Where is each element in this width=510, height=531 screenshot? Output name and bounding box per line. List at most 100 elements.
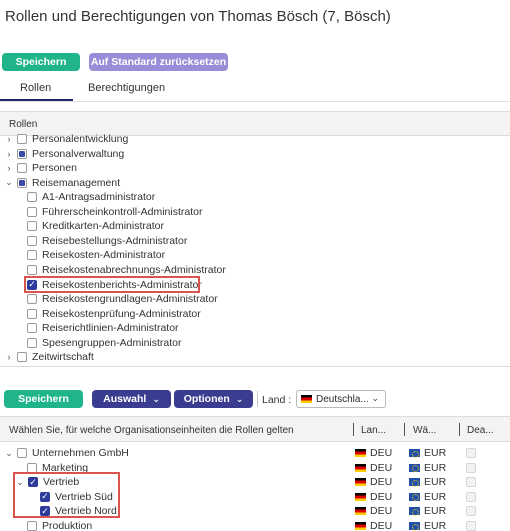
- tab-permissions[interactable]: Berechtigungen: [88, 82, 165, 94]
- role-checkbox[interactable]: [27, 323, 37, 334]
- deactivated-checkbox: [466, 491, 476, 502]
- role-tree-item[interactable]: Reisekostengrundlagen-Administrator: [27, 292, 218, 306]
- role-tree-item[interactable]: Reisekostenprüfung-Administrator: [27, 307, 201, 321]
- role-label: Kreditkarten-Administrator: [42, 220, 164, 233]
- role-checkbox[interactable]: [27, 206, 37, 217]
- org-unit-currency: EUR: [409, 490, 446, 504]
- role-label: Reisekostenprüfung-Administrator: [42, 307, 201, 320]
- country-select-value: Deutschla...: [316, 393, 369, 405]
- role-label: Personen: [32, 162, 77, 175]
- role-tree-item[interactable]: Spesengruppen-Administrator: [27, 336, 182, 350]
- country-label: Land :: [262, 394, 292, 406]
- roles-panel-title: Rollen: [9, 119, 38, 130]
- org-unit-country-code: DEU: [370, 505, 393, 518]
- role-tree-item[interactable]: Reisekosten-Administrator: [27, 248, 165, 262]
- role-checkbox[interactable]: [17, 352, 27, 363]
- org-unit-country: DEU: [355, 519, 392, 531]
- role-checkbox[interactable]: [27, 264, 37, 275]
- role-label: Führerscheinkontroll-Administrator: [42, 205, 203, 218]
- role-tree-item[interactable]: Führerscheinkontroll-Administrator: [27, 205, 202, 219]
- role-label: Reisemanagement: [32, 176, 121, 189]
- org-unit-country: DEU: [355, 475, 392, 489]
- role-label: Spesengruppen-Administrator: [42, 336, 182, 349]
- role-tree-item[interactable]: › Personalentwicklung: [4, 132, 129, 146]
- role-checkbox[interactable]: [27, 250, 37, 261]
- org-unit-deactivated: [466, 490, 481, 504]
- column-header-currency[interactable]: Wä...: [413, 425, 436, 436]
- selection-dropdown-label: Auswahl: [103, 393, 147, 405]
- role-tree-item[interactable]: Reisekostenabrechnungs-Administrator: [27, 263, 226, 277]
- chevron-down-icon[interactable]: ⌄: [4, 177, 14, 188]
- role-tree-item[interactable]: Reisebestellungs-Administrator: [27, 234, 187, 248]
- eu-flag-icon: [409, 522, 420, 531]
- chevron-right-icon[interactable]: ›: [4, 134, 14, 144]
- org-unit-checkbox[interactable]: [17, 448, 27, 458]
- column-header-deactivated[interactable]: Dea...: [467, 425, 494, 436]
- role-checkbox[interactable]: [27, 221, 37, 232]
- role-tree-item[interactable]: ⌄ Reisemanagement: [4, 176, 120, 190]
- country-select[interactable]: Deutschla... ⌄: [296, 390, 386, 408]
- org-unit-country-code: DEU: [370, 520, 393, 531]
- role-tree-item[interactable]: Kreditkarten-Administrator: [27, 219, 164, 233]
- options-dropdown-label: Optionen: [183, 393, 230, 405]
- options-dropdown[interactable]: Optionen ⌄: [174, 390, 253, 408]
- deactivated-checkbox: [466, 521, 476, 531]
- org-unit-currency-code: EUR: [424, 505, 447, 518]
- role-label: Personalverwaltung: [32, 147, 125, 160]
- org-unit-deactivated: [466, 446, 481, 460]
- org-unit-deactivated: [466, 504, 481, 518]
- toolbar-divider: [257, 391, 258, 407]
- role-tree-item[interactable]: › Zeitwirtschaft: [4, 350, 94, 364]
- role-checkbox[interactable]: [27, 337, 37, 348]
- role-label: Reisekosten-Administrator: [42, 249, 166, 262]
- role-tree-item[interactable]: A1-Antragsadministrator: [27, 190, 155, 204]
- role-checkbox[interactable]: [27, 308, 37, 319]
- role-tree-item[interactable]: › Personalverwaltung: [4, 147, 125, 161]
- role-checkbox[interactable]: [27, 294, 37, 305]
- chevron-right-icon[interactable]: ›: [4, 163, 14, 173]
- org-unit-deactivated: [466, 461, 481, 475]
- tab-bar: Rollen Berechtigungen: [0, 80, 510, 102]
- chevron-down-icon: ⌄: [235, 393, 244, 404]
- role-label: A1-Antragsadministrator: [42, 191, 156, 204]
- org-unit-deactivated: [466, 475, 481, 489]
- org-unit-country: DEU: [355, 461, 392, 475]
- grid-save-button[interactable]: Speichern: [4, 390, 83, 408]
- column-header-country[interactable]: Lan...: [361, 425, 386, 436]
- org-unit-checkbox[interactable]: [27, 521, 37, 531]
- chevron-right-icon[interactable]: ›: [4, 352, 14, 362]
- chevron-right-icon[interactable]: ›: [4, 149, 14, 159]
- org-unit-row[interactable]: Produktion: [27, 519, 92, 531]
- active-tab-indicator: [0, 99, 73, 101]
- selection-dropdown[interactable]: Auswahl ⌄: [92, 390, 171, 408]
- column-divider: [459, 423, 460, 436]
- org-unit-currency: EUR: [409, 461, 446, 475]
- org-unit-currency: EUR: [409, 475, 446, 489]
- eu-flag-icon: [409, 492, 420, 502]
- role-label: Reisekostenabrechnungs-Administrator: [42, 263, 226, 276]
- column-header-org-unit[interactable]: Wählen Sie, für welche Organisationseinh…: [9, 425, 294, 436]
- org-unit-row[interactable]: ⌄ Unternehmen GmbH: [4, 446, 129, 460]
- tab-roles[interactable]: Rollen: [20, 82, 51, 94]
- org-unit-country: DEU: [355, 504, 392, 518]
- org-unit-currency-code: EUR: [424, 461, 447, 474]
- org-unit-name: Produktion: [42, 520, 93, 531]
- role-checkbox[interactable]: [17, 163, 27, 174]
- roles-panel: Rollen › Personalentwicklung › Personalverw…: [0, 111, 510, 367]
- role-checkbox[interactable]: [17, 134, 27, 144]
- deactivated-checkbox: [466, 506, 476, 517]
- role-tree-item[interactable]: › Personen: [4, 161, 77, 175]
- org-unit-currency: EUR: [409, 504, 446, 518]
- selected-org-highlight: [13, 472, 120, 518]
- reset-defaults-button[interactable]: Auf Standard zurücksetzen: [89, 53, 228, 71]
- role-tree-item[interactable]: Reiserichtlinien-Administrator: [27, 321, 179, 335]
- save-button[interactable]: Speichern: [2, 53, 80, 71]
- role-checkbox[interactable]: [27, 192, 37, 203]
- org-unit-country: DEU: [355, 490, 392, 504]
- org-unit-deactivated: [466, 519, 481, 531]
- germany-flag-icon: [355, 463, 366, 472]
- chevron-down-icon[interactable]: ⌄: [4, 448, 14, 459]
- role-checkbox[interactable]: [17, 148, 27, 159]
- role-checkbox[interactable]: [17, 177, 27, 188]
- role-checkbox[interactable]: [27, 235, 37, 246]
